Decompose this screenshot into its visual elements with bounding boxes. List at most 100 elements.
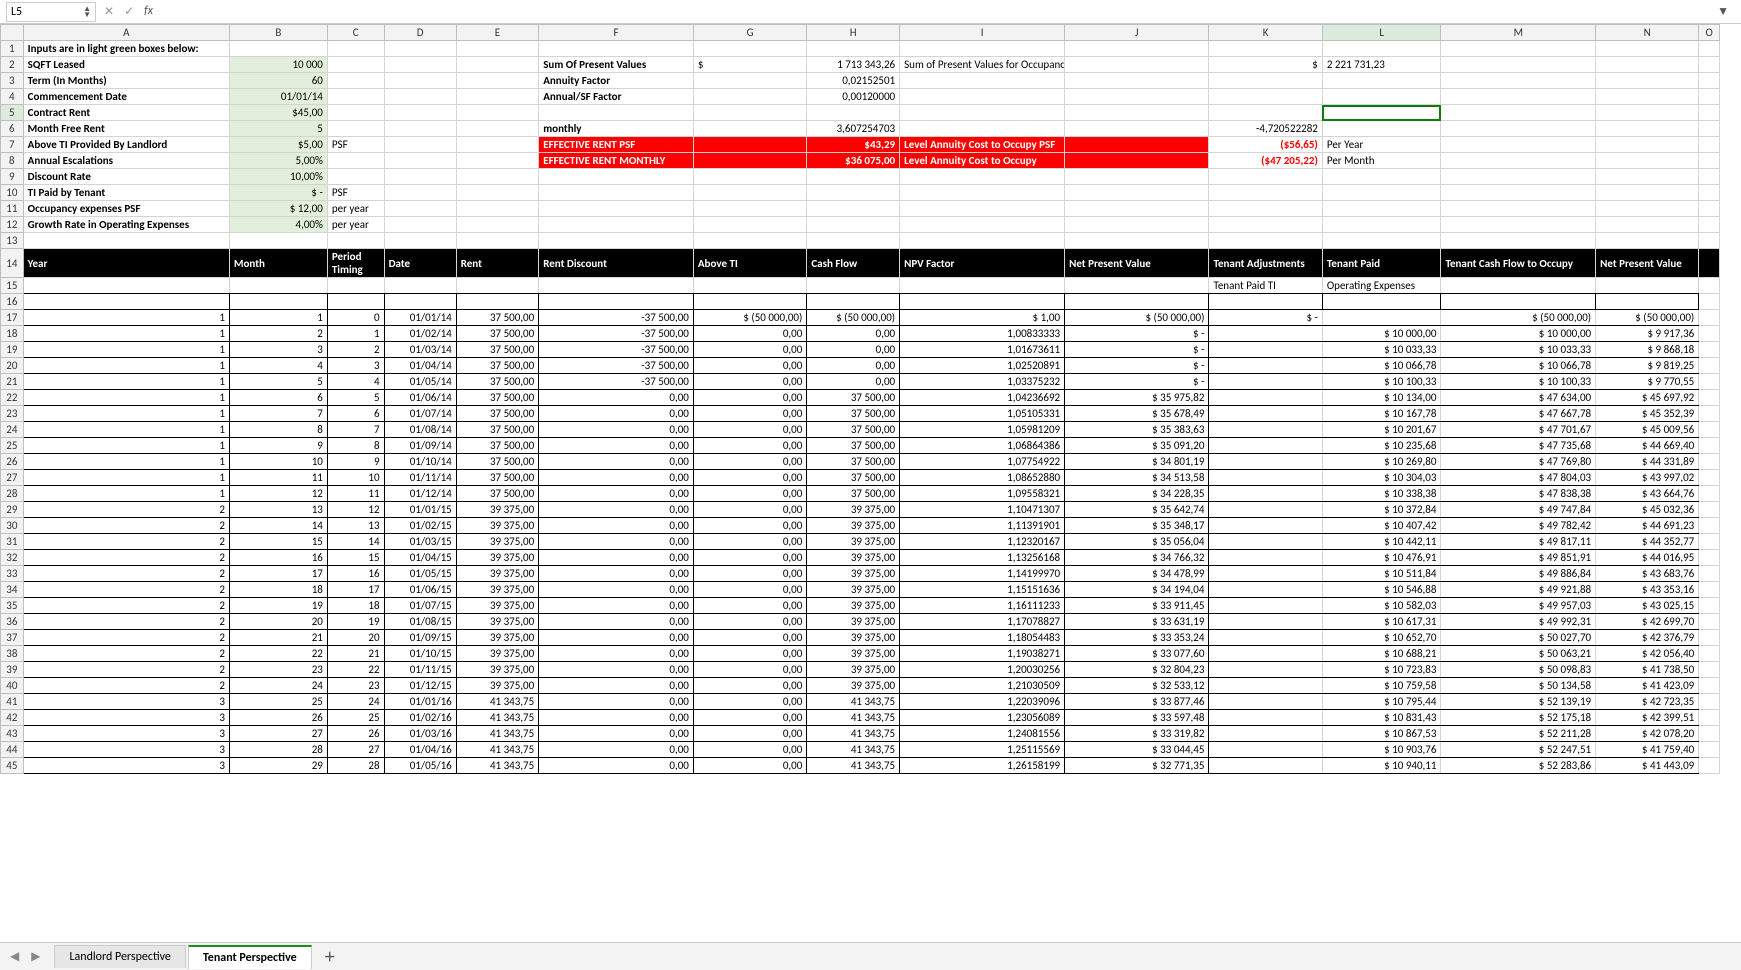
row-14[interactable]: 14 bbox=[1, 249, 24, 278]
row-26[interactable]: 26 bbox=[1, 454, 24, 470]
col-F[interactable]: F bbox=[539, 25, 694, 41]
row-18[interactable]: 18 bbox=[1, 326, 24, 342]
table-row: 433272601/03/1641 343,750,000,0041 343,7… bbox=[1, 726, 1720, 742]
hdr-A[interactable]: Year bbox=[23, 249, 229, 278]
formula-bar: L5 ▲▼ ✕ ✓ fx ▼ bbox=[0, 0, 1741, 24]
hdr-G[interactable]: Above TI bbox=[693, 249, 806, 278]
cancel-icon[interactable]: ✕ bbox=[104, 4, 114, 19]
fx-icon[interactable]: fx bbox=[144, 4, 153, 19]
tab-prev-icon[interactable]: ◀ bbox=[6, 947, 23, 966]
row-45[interactable]: 45 bbox=[1, 758, 24, 774]
row-28[interactable]: 28 bbox=[1, 486, 24, 502]
col-D[interactable]: D bbox=[384, 25, 456, 41]
row-21[interactable]: 21 bbox=[1, 374, 24, 390]
row-19[interactable]: 19 bbox=[1, 342, 24, 358]
row-22[interactable]: 22 bbox=[1, 390, 24, 406]
hdr-J[interactable]: Net Present Value bbox=[1065, 249, 1209, 278]
row-43[interactable]: 43 bbox=[1, 726, 24, 742]
row-34[interactable]: 34 bbox=[1, 582, 24, 598]
formula-input[interactable] bbox=[161, 2, 1703, 22]
col-H[interactable]: H bbox=[807, 25, 900, 41]
row-27[interactable]: 27 bbox=[1, 470, 24, 486]
row-31[interactable]: 31 bbox=[1, 534, 24, 550]
hdr-M[interactable]: Tenant Cash Flow to Occupy bbox=[1441, 249, 1596, 278]
row-39[interactable]: 39 bbox=[1, 662, 24, 678]
inputs-title[interactable]: Inputs are in light green boxes below: bbox=[23, 41, 229, 57]
col-L[interactable]: L bbox=[1322, 25, 1441, 41]
row-2[interactable]: 2 bbox=[1, 57, 24, 73]
row-41[interactable]: 41 bbox=[1, 694, 24, 710]
table-row: 402242301/12/1539 375,000,000,0039 375,0… bbox=[1, 678, 1720, 694]
row-17[interactable]: 17 bbox=[1, 310, 24, 326]
row-6[interactable]: 6 bbox=[1, 121, 24, 137]
col-A[interactable]: A bbox=[23, 25, 229, 41]
row-38[interactable]: 38 bbox=[1, 646, 24, 662]
sheet-tabs: ◀ ▶ Landlord Perspective Tenant Perspect… bbox=[0, 942, 1741, 970]
name-box[interactable]: L5 ▲▼ bbox=[6, 2, 96, 22]
col-C[interactable]: C bbox=[327, 25, 384, 41]
row-40[interactable]: 40 bbox=[1, 678, 24, 694]
selected-cell[interactable] bbox=[1322, 105, 1441, 121]
spreadsheet-grid[interactable]: A B C D E F G H I J K L M N O 1Inputs ar… bbox=[0, 24, 1741, 942]
row-1[interactable]: 1 bbox=[1, 41, 24, 57]
hdr-D[interactable]: Date bbox=[384, 249, 456, 278]
row-11[interactable]: 11 bbox=[1, 201, 24, 217]
row-35[interactable]: 35 bbox=[1, 598, 24, 614]
col-K[interactable]: K bbox=[1209, 25, 1322, 41]
row-10[interactable]: 10 bbox=[1, 185, 24, 201]
row-30[interactable]: 30 bbox=[1, 518, 24, 534]
table-row: 1812101/02/1437 500,00-37 500,000,000,00… bbox=[1, 326, 1720, 342]
row-12[interactable]: 12 bbox=[1, 217, 24, 233]
hdr-L[interactable]: Tenant Paid bbox=[1322, 249, 1441, 278]
table-row: 392232201/11/1539 375,000,000,0039 375,0… bbox=[1, 662, 1720, 678]
hdr-I[interactable]: NPV Factor bbox=[900, 249, 1065, 278]
hdr-B[interactable]: Month bbox=[229, 249, 327, 278]
row-24[interactable]: 24 bbox=[1, 422, 24, 438]
table-row: 2519801/09/1437 500,000,000,0037 500,001… bbox=[1, 438, 1720, 454]
row-29[interactable]: 29 bbox=[1, 502, 24, 518]
hdr-C[interactable]: Period Timing bbox=[327, 249, 384, 278]
name-box-stepper-icon[interactable]: ▲▼ bbox=[83, 6, 91, 18]
row-33[interactable]: 33 bbox=[1, 566, 24, 582]
row-25[interactable]: 25 bbox=[1, 438, 24, 454]
select-all-corner[interactable] bbox=[1, 25, 24, 41]
hdr-H[interactable]: Cash Flow bbox=[807, 249, 900, 278]
row-36[interactable]: 36 bbox=[1, 614, 24, 630]
hdr-N[interactable]: Net Present Value bbox=[1596, 249, 1699, 278]
row-13[interactable]: 13 bbox=[1, 233, 24, 249]
tab-add-button[interactable]: ＋ bbox=[314, 944, 346, 969]
col-J[interactable]: J bbox=[1065, 25, 1209, 41]
tab-next-icon[interactable]: ▶ bbox=[27, 947, 44, 966]
row-15[interactable]: 15 bbox=[1, 278, 24, 294]
row-9[interactable]: 9 bbox=[1, 169, 24, 185]
row-23[interactable]: 23 bbox=[1, 406, 24, 422]
col-N[interactable]: N bbox=[1596, 25, 1699, 41]
col-G[interactable]: G bbox=[693, 25, 806, 41]
hdr-K[interactable]: Tenant Adjustments bbox=[1209, 249, 1322, 278]
row-4[interactable]: 4 bbox=[1, 89, 24, 105]
col-B[interactable]: B bbox=[229, 25, 327, 41]
row-3[interactable]: 3 bbox=[1, 73, 24, 89]
row-42[interactable]: 42 bbox=[1, 710, 24, 726]
hdr-E[interactable]: Rent bbox=[456, 249, 538, 278]
table-row: 1913201/03/1437 500,00-37 500,000,000,00… bbox=[1, 342, 1720, 358]
row-44[interactable]: 44 bbox=[1, 742, 24, 758]
tab-landlord[interactable]: Landlord Perspective bbox=[54, 945, 185, 968]
tab-tenant[interactable]: Tenant Perspective bbox=[188, 945, 312, 969]
confirm-icon[interactable]: ✓ bbox=[124, 4, 134, 19]
row-20[interactable]: 20 bbox=[1, 358, 24, 374]
col-E[interactable]: E bbox=[456, 25, 538, 41]
col-M[interactable]: M bbox=[1441, 25, 1596, 41]
row-37[interactable]: 37 bbox=[1, 630, 24, 646]
formula-bar-expand-icon[interactable]: ▼ bbox=[1711, 4, 1735, 19]
row-16[interactable]: 16 bbox=[1, 294, 24, 310]
row-5[interactable]: 5 bbox=[1, 105, 24, 121]
col-O[interactable]: O bbox=[1699, 25, 1720, 41]
row-32[interactable]: 32 bbox=[1, 550, 24, 566]
row-8[interactable]: 8 bbox=[1, 153, 24, 169]
table-row: 362201901/08/1539 375,000,000,0039 375,0… bbox=[1, 614, 1720, 630]
col-I[interactable]: I bbox=[900, 25, 1065, 41]
hdr-F[interactable]: Rent Discount bbox=[539, 249, 694, 278]
column-headers: A B C D E F G H I J K L M N O bbox=[1, 25, 1720, 41]
row-7[interactable]: 7 bbox=[1, 137, 24, 153]
